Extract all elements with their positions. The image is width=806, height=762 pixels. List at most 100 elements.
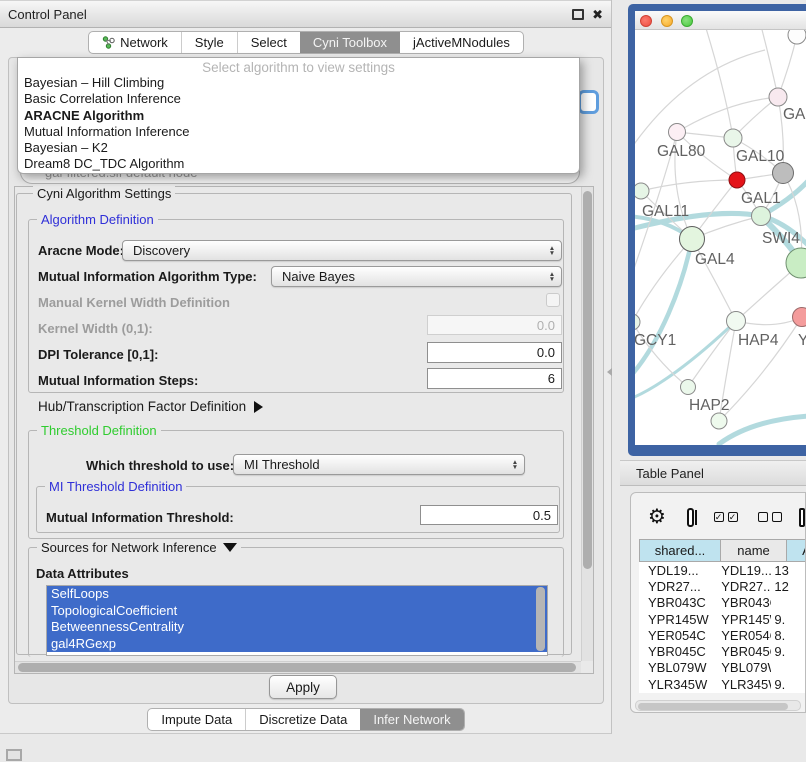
settings-hscrollbar-thumb[interactable]: [18, 663, 576, 672]
table-hscrollbar-track[interactable]: [635, 700, 801, 711]
manual-kernel-width-checkbox[interactable]: [546, 293, 560, 307]
splitter-collapse-icon[interactable]: [607, 368, 612, 376]
table-row[interactable]: YDL19...YDL19...13: [639, 562, 806, 578]
table-cell: YLR345W: [712, 677, 771, 692]
table-cell: YER054C: [639, 628, 712, 643]
mi-steps-field[interactable]: 6: [427, 368, 562, 389]
table-cell: YPR145W: [639, 612, 712, 627]
node-hap2[interactable]: [681, 380, 696, 395]
aracne-mode-combo[interactable]: Discovery ▲▼: [122, 240, 562, 261]
table-row[interactable]: YPR145WYPR145W9.: [639, 611, 806, 627]
table-row[interactable]: YIL052CYIL052C8: [639, 692, 806, 693]
node-unlabeled[interactable]: [711, 413, 727, 429]
dpi-tolerance-label: DPI Tolerance [0,1]:: [38, 347, 158, 362]
mi-threshold-field[interactable]: 0.5: [420, 505, 558, 525]
column-header[interactable]: name: [721, 539, 787, 562]
node-gcy1[interactable]: [635, 314, 640, 330]
network-canvas[interactable]: GALGAL80GAL10GAL1GAL11SWI4GAL4GCY1HAP4YH…: [635, 30, 806, 445]
select-all-columns-icon[interactable]: ✓✓: [714, 512, 738, 522]
node-label: GAL: [783, 106, 806, 123]
algorithm-option[interactable]: Dream8 DC_TDC Algorithm: [18, 156, 579, 172]
close-icon[interactable]: ✖: [592, 9, 603, 20]
table-row[interactable]: YER054CYER054C8.: [639, 627, 806, 643]
which-threshold-label: Which threshold to use:: [86, 458, 234, 473]
table-row[interactable]: YDR27...YDR27...12: [639, 578, 806, 594]
combo-arrows-icon: ▲▼: [543, 246, 561, 256]
control-panel-titlebar: Control Panel ✖: [0, 0, 611, 28]
resize-grip[interactable]: [6, 749, 22, 761]
table-toolbar: ⚙ ✓✓: [631, 503, 805, 531]
algorithm-option[interactable]: Mutual Information Inference: [18, 124, 579, 140]
table-row[interactable]: YLR345WYLR345W9.: [639, 676, 806, 692]
apply-button[interactable]: Apply: [269, 675, 337, 699]
node-y[interactable]: [793, 308, 806, 327]
node-swi4[interactable]: [752, 207, 771, 226]
tab-select[interactable]: Select: [237, 32, 300, 53]
mac-close-icon[interactable]: [640, 15, 652, 27]
split-columns-icon[interactable]: [687, 508, 694, 527]
tab-label: Cyni Toolbox: [313, 35, 387, 50]
node-label: HAP2: [689, 397, 730, 414]
node-label: GAL10: [736, 148, 785, 165]
float-window-icon[interactable]: [572, 9, 584, 20]
hub-definition-expander[interactable]: Hub/Transcription Factor Definition: [38, 399, 263, 414]
table-row[interactable]: YBR045CYBR045C9.: [639, 643, 806, 659]
tab-jactivemnodules[interactable]: jActiveMNodules: [400, 32, 523, 53]
data-attributes-list[interactable]: SelfLoopsTopologicalCoefficientBetweenne…: [46, 585, 548, 656]
attribute-item[interactable]: gal4RGexp: [47, 636, 547, 653]
tab-network[interactable]: Network: [89, 32, 181, 53]
sources-group-label: Sources for Network Inference: [41, 540, 217, 555]
node-gal4[interactable]: [680, 227, 705, 252]
algorithm-option[interactable]: Bayesian – K2: [18, 140, 579, 156]
tab-label: Network: [120, 35, 168, 50]
which-threshold-combo[interactable]: MI Threshold ▲▼: [233, 454, 525, 475]
table-cell: YBL079W: [639, 660, 712, 675]
tab-cyni-toolbox[interactable]: Cyni Toolbox: [300, 32, 400, 53]
tab-style[interactable]: Style: [181, 32, 237, 53]
attribute-item[interactable]: SelfLoops: [47, 586, 547, 603]
algorithm-option[interactable]: Basic Correlation Inference: [18, 91, 579, 107]
attributes-vscrollbar-thumb[interactable]: [536, 587, 545, 651]
node-gal10[interactable]: [724, 129, 742, 147]
control-panel-tabstrip: Network StyleSelect Cyni Toolbox jActiveMNo…: [88, 31, 524, 54]
gear-icon[interactable]: ⚙: [648, 507, 666, 527]
table-body[interactable]: YDL19...YDL19...13YDR27...YDR27...12YBR0…: [639, 562, 806, 693]
tab-label: jActiveMNodules: [413, 35, 510, 50]
algorithm-option[interactable]: Bayesian – Hill Climbing: [18, 75, 579, 91]
tab-infer-network[interactable]: Infer Network: [360, 709, 463, 730]
tab-discretize-data[interactable]: Discretize Data: [245, 709, 360, 730]
column-header[interactable]: A: [787, 539, 806, 562]
node-unlabeled[interactable]: [773, 163, 794, 184]
mac-minimize-icon[interactable]: [661, 15, 673, 27]
sources-group-title[interactable]: Sources for Network Inference: [37, 540, 241, 555]
settings-vscrollbar-thumb[interactable]: [583, 191, 592, 569]
focused-spinner-remnant[interactable]: [578, 90, 599, 114]
table-row[interactable]: YBR043CYBR043C: [639, 595, 806, 611]
node-gal80[interactable]: [669, 124, 686, 141]
node-gal11[interactable]: [635, 183, 649, 199]
tab-impute-data[interactable]: Impute Data: [148, 709, 245, 730]
attribute-item[interactable]: BetweennessCentrality: [47, 619, 547, 636]
algorithm-option[interactable]: ARACNE Algorithm: [18, 108, 579, 124]
table-hscrollbar-thumb[interactable]: [638, 703, 788, 710]
deselect-all-columns-icon[interactable]: [758, 512, 782, 522]
dpi-tolerance-field[interactable]: 0.0: [427, 342, 562, 363]
node-gal1[interactable]: [729, 172, 745, 188]
node-label: GAL11: [642, 203, 689, 220]
mi-algorithm-type-combo[interactable]: Naive Bayes ▲▼: [271, 266, 562, 287]
node-gal[interactable]: [769, 88, 787, 106]
algorithm-dropdown-popup: Select algorithm to view settings Bayesi…: [17, 57, 580, 174]
mi-algorithm-type-value: Naive Bayes: [272, 269, 543, 284]
algorithm-combo-placeholder: Select algorithm to view settings: [18, 58, 579, 75]
node-unlabeled[interactable]: [788, 30, 806, 44]
node-hap4[interactable]: [727, 312, 746, 331]
new-table-icon[interactable]: [799, 508, 805, 527]
attribute-item[interactable]: TopologicalCoefficient: [47, 603, 547, 620]
column-header[interactable]: shared...: [639, 539, 721, 562]
table-cell: 8.: [771, 628, 806, 643]
kernel-width-field[interactable]: 0.0: [427, 315, 562, 335]
mac-zoom-icon[interactable]: [681, 15, 693, 27]
table-row[interactable]: YBL079WYBL079W: [639, 660, 806, 676]
table-cell: YLR345W: [639, 677, 712, 692]
node-label: GAL4: [695, 251, 735, 268]
